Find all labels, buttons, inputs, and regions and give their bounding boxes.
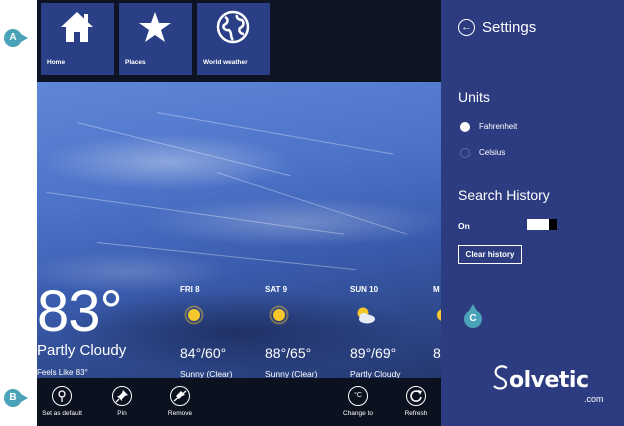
forecast-day-label: FRI 8: [180, 285, 200, 294]
solvetic-watermark: olvetic .com: [493, 365, 604, 404]
forecast-day-label: M: [433, 285, 440, 294]
callout-c: C: [464, 304, 482, 328]
clear-history-button[interactable]: Clear history: [458, 245, 522, 264]
sun-icon: [184, 305, 204, 325]
units-heading: Units: [458, 89, 490, 105]
refresh-button[interactable]: Refresh: [391, 386, 441, 417]
change-to-label: Change to: [343, 410, 373, 417]
nav-tile-world-weather[interactable]: World weather: [197, 3, 270, 75]
celsius-icon: °C: [354, 392, 362, 399]
sun-icon: [269, 305, 289, 325]
search-history-toggle[interactable]: [527, 219, 557, 230]
forecast-temps: 84°/60°: [180, 345, 227, 361]
left-margin: [0, 0, 37, 426]
globe-icon: [216, 10, 250, 44]
forecast-temps: 89°/69°: [350, 345, 397, 361]
refresh-icon: [410, 390, 422, 402]
callout-a: A: [4, 29, 28, 47]
forecast-temps: 8: [433, 345, 441, 361]
search-history-heading: Search History: [458, 187, 550, 203]
remove-button[interactable]: Remove: [155, 386, 205, 417]
settings-title: Settings: [482, 19, 537, 36]
forecast-temps: 88°/65°: [265, 345, 312, 361]
radio-fahrenheit[interactable]: [460, 122, 470, 132]
navigation-bar: Home Places World weather: [37, 0, 441, 82]
history-toggle-label: On: [458, 221, 470, 231]
solvetic-logo-icon: [493, 365, 508, 390]
weather-app: Home Places World weather 83° Partly Clo…: [37, 0, 441, 426]
forecast-day[interactable]: SAT 9 88°/65° Sunny (Clear): [265, 285, 317, 379]
app-command-bar: Set as default Pin Remove °C Change to R…: [37, 378, 441, 426]
nav-tile-label: World weather: [203, 59, 248, 66]
refresh-label: Refresh: [404, 410, 428, 417]
set-as-default-button[interactable]: Set as default: [37, 386, 87, 417]
star-icon: [139, 12, 171, 42]
celsius-label: Celsius: [479, 148, 506, 157]
fahrenheit-label: Fahrenheit: [479, 122, 518, 131]
nav-tile-places[interactable]: Places: [119, 3, 192, 75]
back-button[interactable]: ←: [458, 19, 475, 36]
watermark-suffix: .com: [584, 394, 604, 404]
nav-tile-label: Places: [125, 59, 146, 66]
nav-tile-label: Home: [47, 59, 66, 66]
forecast-day[interactable]: M 8: [433, 285, 441, 361]
settings-pane: ← Settings Units Fahrenheit Celsius Sear…: [441, 0, 624, 426]
nav-tile-home[interactable]: Home: [41, 3, 114, 75]
remove-label: Remove: [167, 410, 193, 417]
current-condition: Partly Cloudy: [37, 342, 127, 359]
watermark-word: olvetic: [509, 368, 589, 393]
pushpin-icon: [115, 390, 128, 403]
set-as-default-label: Set as default: [42, 410, 82, 417]
radio-celsius[interactable]: [460, 148, 470, 158]
pin-label: Pin: [117, 410, 127, 417]
sun-icon: [437, 309, 441, 321]
forecast-day-label: SAT 9: [265, 285, 288, 294]
forecast-day-label: SUN 10: [350, 285, 379, 294]
forecast-day[interactable]: SUN 10 89°/69° Partly Cloudy: [350, 285, 401, 379]
pin-button[interactable]: Pin: [97, 386, 147, 417]
callout-b: B: [4, 389, 28, 407]
pin-location-icon: [58, 390, 66, 402]
home-icon: [61, 12, 93, 42]
toggle-thumb: [549, 219, 557, 230]
unpin-icon: [173, 390, 187, 402]
current-temperature: 83°: [37, 279, 123, 344]
partly-cloudy-icon: [357, 307, 375, 324]
feels-like: Feels Like 83°: [37, 368, 88, 377]
forecast-day[interactable]: FRI 8 84°/60° Sunny (Clear): [180, 285, 232, 379]
back-arrow-icon: ←: [461, 21, 472, 33]
change-units-button[interactable]: °C Change to: [333, 386, 383, 417]
